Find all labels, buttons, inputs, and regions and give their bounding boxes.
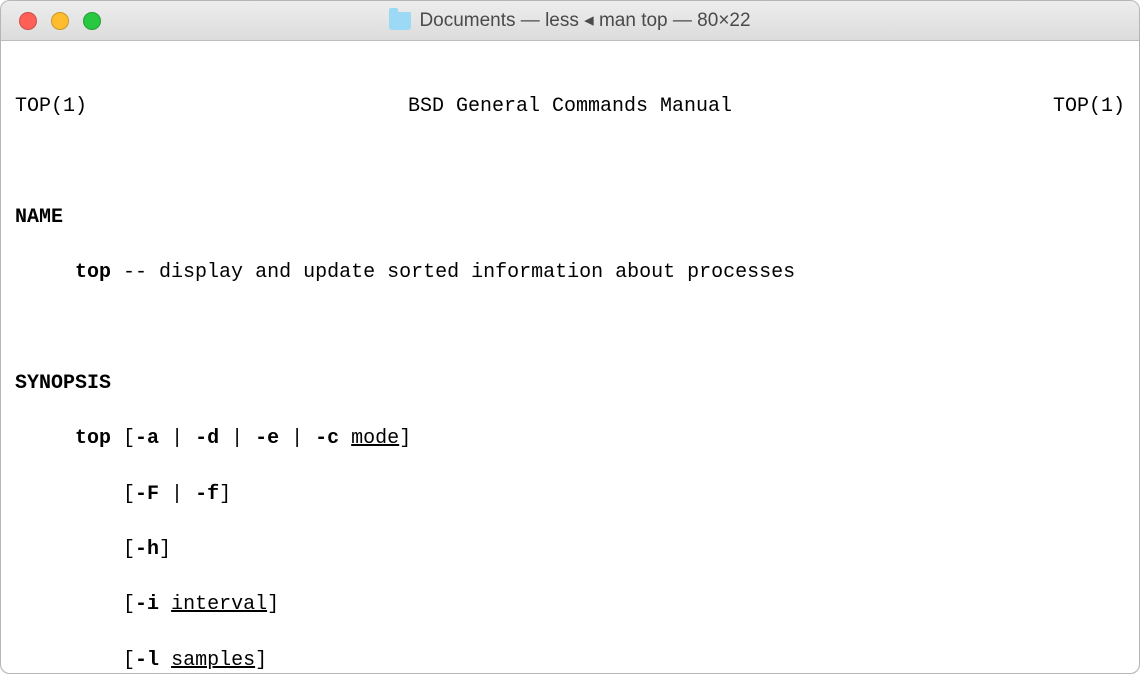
minimize-icon[interactable] (51, 12, 69, 30)
synopsis-line: [-h] (15, 536, 1125, 564)
blank-line (15, 314, 1125, 342)
synopsis-line: [-l samples] (15, 647, 1125, 674)
name-heading: NAME (15, 204, 1125, 232)
man-header-left: TOP(1) (15, 93, 87, 121)
zoom-icon[interactable] (83, 12, 101, 30)
titlebar[interactable]: Documents — less ◂ man top — 80×22 (1, 1, 1139, 41)
synopsis-line: [-i interval] (15, 591, 1125, 619)
synopsis-line: top [-a | -d | -e | -c mode] (15, 425, 1125, 453)
window-controls (19, 12, 101, 30)
man-header-right: TOP(1) (1053, 93, 1125, 121)
man-header-center: BSD General Commands Manual (408, 93, 732, 121)
folder-icon (389, 12, 411, 30)
synopsis-line: [-F | -f] (15, 481, 1125, 509)
close-icon[interactable] (19, 12, 37, 30)
name-line: top -- display and update sorted informa… (15, 259, 1125, 287)
window-title: Documents — less ◂ man top — 80×22 (389, 9, 750, 32)
terminal-content[interactable]: TOP(1) BSD General Commands ManualTOP(1) … (1, 41, 1139, 674)
window-title-text: Documents — less ◂ man top — 80×22 (419, 9, 750, 32)
terminal-window: Documents — less ◂ man top — 80×22 TOP(1… (0, 0, 1140, 674)
man-header: TOP(1) BSD General Commands Manual TOP(1) (15, 93, 1125, 121)
synopsis-heading: SYNOPSIS (15, 370, 1125, 398)
blank-line (15, 148, 1125, 176)
